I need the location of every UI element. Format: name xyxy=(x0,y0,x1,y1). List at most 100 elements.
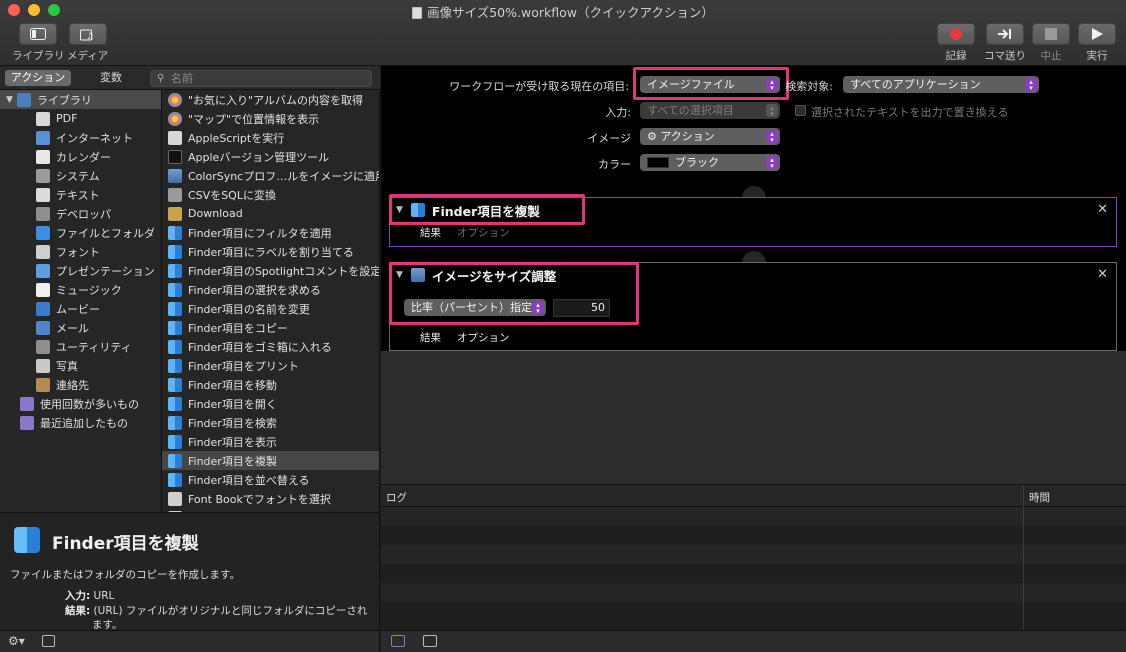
action-list-item[interactable]: Finder項目を表示 xyxy=(162,432,379,451)
tab-actions[interactable]: アクション xyxy=(5,70,71,86)
library-item[interactable]: フォント xyxy=(0,242,161,261)
time-column-header[interactable]: 時間 xyxy=(1029,490,1050,505)
finder-icon xyxy=(168,472,182,487)
finder-icon xyxy=(168,358,182,373)
action-list-item[interactable]: Finder項目を開く xyxy=(162,394,379,413)
gear-icon[interactable]: ⚙︎▾ xyxy=(8,634,25,648)
library-item[interactable]: ミュージック xyxy=(0,280,161,299)
library-item[interactable]: デベロッパ xyxy=(0,204,161,223)
options-tab[interactable]: オプション xyxy=(457,330,510,345)
action-list-item[interactable]: ColorSyncプロフ…ルをイメージに適用 xyxy=(162,166,379,185)
action-list-item[interactable]: "お気に入り"アルバムの内容を取得 xyxy=(162,90,379,109)
library-item[interactable]: ユーティリティ xyxy=(0,337,161,356)
description-result-value: (URL) ファイルがオリジナルと同じフォルダにコピーされ xyxy=(93,605,368,617)
library-item-label: インターネット xyxy=(56,131,133,145)
action-list-item[interactable]: AppleScriptを実行 xyxy=(162,128,379,147)
action-list-item[interactable]: Finder項目を複製 xyxy=(162,451,379,470)
action-list-item[interactable]: Finder項目の選択を求める xyxy=(162,280,379,299)
smart-folder-icon xyxy=(20,396,34,411)
log-rows xyxy=(381,507,1126,621)
library-item[interactable]: インターネット xyxy=(0,128,161,147)
search-icon: ⚲ xyxy=(157,73,165,84)
split-view-icon[interactable] xyxy=(423,635,437,647)
action-list-item[interactable]: Finder項目を検索 xyxy=(162,413,379,432)
action-list-item-label: Finder項目をプリント xyxy=(188,359,299,373)
tab-variables[interactable]: 変数 xyxy=(78,70,144,86)
record-icon xyxy=(937,23,975,45)
action-list-item[interactable]: CSVをSQLに変換 xyxy=(162,185,379,204)
stop-label: 中止 xyxy=(1040,50,1062,62)
replace-text-checkbox[interactable] xyxy=(795,105,806,116)
list-view-icon[interactable] xyxy=(391,635,405,647)
action-list-item[interactable]: Appleバージョン管理ツール xyxy=(162,147,379,166)
action-list-item[interactable]: Finder項目にフィルタを適用 xyxy=(162,223,379,242)
media-label: メディア xyxy=(67,50,109,62)
search-input[interactable] xyxy=(171,71,366,86)
highlight-box xyxy=(633,67,789,100)
action-list-item-label: Finder項目を移動 xyxy=(188,378,277,392)
action-list-item[interactable]: "マップ"で位置情報を表示 xyxy=(162,109,379,128)
log-row xyxy=(381,507,1126,526)
search-in-label: 検索対象: xyxy=(785,80,833,93)
action-list-item[interactable]: Download xyxy=(162,204,379,223)
action-list-item[interactable]: Finder項目を並べ替える xyxy=(162,470,379,489)
results-tab[interactable]: 結果 xyxy=(420,330,441,345)
finder-icon xyxy=(168,434,182,449)
run-button[interactable]: 実行 xyxy=(1078,23,1116,63)
close-icon[interactable]: ✕ xyxy=(1097,267,1108,282)
step-button[interactable]: コマ送り xyxy=(984,23,1026,63)
action-list-item[interactable]: Finder項目を移動 xyxy=(162,375,379,394)
action-list-item[interactable]: Finder項目の名前を変更 xyxy=(162,299,379,318)
search-in-popup[interactable]: すべてのアプリケーション ▴ ▾ xyxy=(843,76,1039,93)
highlight-box xyxy=(389,262,639,325)
search-field[interactable]: ⚲ xyxy=(150,70,372,87)
library-item[interactable]: PDF xyxy=(0,109,161,128)
library-item-label: フォント xyxy=(56,245,100,259)
developer-icon xyxy=(36,206,50,221)
finder-icon xyxy=(168,415,182,430)
finder-icon xyxy=(168,244,182,259)
disclosure-triangle-icon[interactable]: ▼ xyxy=(6,95,13,105)
action-list-item[interactable]: Finder項目をゴミ箱に入れる xyxy=(162,337,379,356)
library-item[interactable]: テキスト xyxy=(0,185,161,204)
action-list-item[interactable]: Finder項目にラベルを割り当てる xyxy=(162,242,379,261)
library-item[interactable]: 連絡先 xyxy=(0,375,161,394)
library-item[interactable]: 写真 xyxy=(0,356,161,375)
options-tab[interactable]: オプション xyxy=(457,225,510,240)
color-label: カラー xyxy=(598,158,631,171)
color-swatch xyxy=(647,157,669,168)
library-item[interactable]: ファイルとフォルダ xyxy=(0,223,161,242)
stop-button[interactable]: 中止 xyxy=(1032,23,1070,63)
action-list-item[interactable]: Font Bookでフォントを選択 xyxy=(162,489,379,508)
action-list-item-label: Appleバージョン管理ツール xyxy=(188,150,330,164)
library-root[interactable]: ▼ ライブラリ xyxy=(0,90,161,109)
image-popup[interactable]: ⚙︎ アクション ▴ ▾ xyxy=(640,128,780,145)
library-item[interactable]: プレゼンテーション xyxy=(0,261,161,280)
library-item-label: ユーティリティ xyxy=(56,340,132,354)
close-icon[interactable]: ✕ xyxy=(1097,202,1108,217)
library-toggle-button[interactable]: ライブラリ xyxy=(12,23,65,63)
library-item[interactable]: カレンダー xyxy=(0,147,161,166)
results-tab[interactable]: 結果 xyxy=(420,225,441,240)
library-item-label: テキスト xyxy=(56,188,100,202)
library-item-label: ミュージック xyxy=(56,283,122,297)
photos-icon xyxy=(168,92,182,107)
input-label: 入力: xyxy=(605,106,631,119)
action-list-item[interactable]: Finder項目のSpotlightコメントを設定 xyxy=(162,261,379,280)
description-toggle-icon[interactable] xyxy=(42,635,55,647)
smart-group-item[interactable]: 最近追加したもの xyxy=(0,413,161,432)
smart-group-item[interactable]: 使用回数が多いもの xyxy=(0,394,161,413)
action-footer: 結果 オプション xyxy=(390,222,1116,242)
log-column-header[interactable]: ログ xyxy=(386,490,407,505)
fontbook-icon xyxy=(168,491,182,506)
media-button[interactable]: ♫ メディア xyxy=(67,23,108,63)
action-list-item[interactable]: Finder項目をプリント xyxy=(162,356,379,375)
library-item[interactable]: ムービー xyxy=(0,299,161,318)
library-item[interactable]: メール xyxy=(0,318,161,337)
action-list-item[interactable]: Finder項目をコピー xyxy=(162,318,379,337)
color-popup[interactable]: ブラック ▴ ▾ xyxy=(640,154,780,171)
library-item[interactable]: システム xyxy=(0,166,161,185)
image-icon xyxy=(168,168,182,183)
input-popup[interactable]: すべての選択項目 ▴ ▾ xyxy=(640,102,780,119)
record-button[interactable]: 記録 xyxy=(937,23,975,63)
